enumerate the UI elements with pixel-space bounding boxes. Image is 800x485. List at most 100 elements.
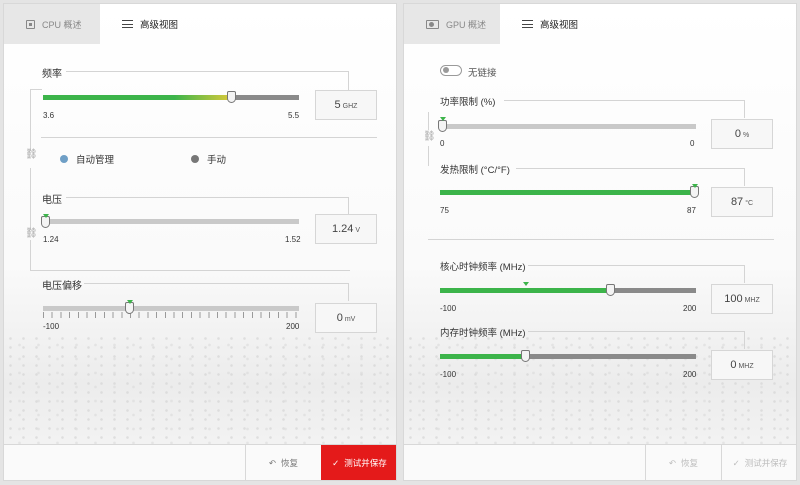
divider [428,112,429,130]
divider [744,331,745,349]
check-icon: ✓ [732,457,740,468]
thermal-limit-label: 发热限制 (°C/°F) [440,165,510,176]
voltage-default-marker [43,214,49,218]
divider [744,265,745,283]
tab-cpu-overview[interactable]: CPU 概述 [4,4,100,44]
core-clock-default-marker [523,282,529,286]
cpu-chip-icon [26,19,35,29]
divider [30,270,350,271]
core-clock-slider[interactable] [440,288,696,293]
power-limit-slider[interactable] [440,124,696,129]
tab-cpu-advanced[interactable]: 高级视图 [100,4,210,44]
link-icon[interactable]: ⛓ [25,150,38,160]
voltage-offset-max: 200 [286,322,300,331]
auto-manage-radio[interactable]: 自动管理 [60,152,114,166]
link-toggle[interactable] [440,65,462,76]
link-toggle-label: 无链接 [468,68,497,79]
cpu-tabs: CPU 概述 高级视图 [4,4,396,44]
power-limit-value-box[interactable]: 0% [711,119,773,149]
memory-clock-value-box[interactable]: 0 MHZ [711,350,773,380]
power-limit-label: 功率限制 (%) [440,97,496,108]
tab-gpu-overview[interactable]: GPU 概述 [404,4,500,44]
frequency-label: 频率 [42,69,62,80]
gpu-panel: GPU 概述 高级视图 无链接 功率限制 (%) ⛓ 0 0 0% 发热限制 (… [403,3,797,481]
radio-dot-auto [60,155,68,163]
thermal-limit-default-marker [692,184,698,188]
memory-clock-slider-fill [440,354,525,359]
divider [84,283,348,284]
memory-clock-max: 200 [683,370,697,379]
divider [30,240,31,270]
undo-icon: ↶ [268,457,277,468]
manual-radio[interactable]: 手动 [191,152,226,166]
divider [516,168,744,169]
divider [428,239,774,240]
cpu-reset-button[interactable]: ↶ 恢复 [245,445,321,480]
sliders-icon [522,19,533,29]
divider [30,168,31,230]
cpu-footer: ↶ 恢复 ✓ 测试并保存 [4,444,396,480]
voltage-offset-min: -100 [43,322,60,331]
voltage-value-box[interactable]: 1.24 V [315,214,377,244]
thermal-limit-slider[interactable] [440,190,696,195]
memory-clock-min: -100 [440,370,457,379]
divider [30,89,31,151]
core-clock-value-box[interactable]: 100 MHZ [711,284,773,314]
cpu-test-save-button[interactable]: ✓ 测试并保存 [321,445,396,480]
frequency-value-box[interactable]: 5 GHZ [315,90,377,120]
thermal-limit-max: 87 [687,206,696,215]
gpu-card-icon [426,19,439,29]
divider [744,100,745,118]
gpu-test-save-button[interactable]: ✓ 测试并保存 [721,445,796,480]
core-clock-label: 核心时钟频率 (MHz) [440,262,526,273]
radio-dot-manual [191,155,199,163]
memory-clock-slider[interactable] [440,354,696,359]
voltage-max: 1.52 [285,235,301,244]
divider [348,197,349,215]
voltage-label: 电压 [42,195,62,206]
cpu-panel: CPU 概述 高级视图 频率 3.6 5.5 5 GHZ ⛓ 自动管理 手动 电压… [3,3,397,481]
gpu-reset-button[interactable]: ↶ 恢复 [645,445,721,480]
divider [504,100,744,101]
core-clock-max: 200 [683,304,697,313]
voltage-min: 1.24 [43,235,59,244]
thermal-limit-value-box[interactable]: 87 °C [711,187,773,217]
divider [428,146,429,166]
memory-clock-label: 内存时钟频率 (MHz) [440,328,526,339]
power-limit-min: 0 [440,139,445,148]
frequency-slider[interactable] [43,95,299,100]
voltage-offset-slider[interactable] [43,306,299,311]
divider [348,283,349,301]
power-limit-default-marker [440,117,446,121]
core-clock-slider-fill [440,288,611,293]
divider [528,265,744,266]
undo-icon: ↶ [668,457,677,468]
divider [744,168,745,186]
divider [41,137,377,138]
frequency-slider-fill [43,95,231,100]
tab-gpu-advanced[interactable]: 高级视图 [500,4,610,44]
memory-clock-slider-thumb[interactable] [521,350,530,362]
voltage-offset-value-box[interactable]: 0 mV [315,303,377,333]
link-icon[interactable]: ⛓ [25,229,38,239]
divider [66,197,348,198]
frequency-min: 3.6 [43,111,55,120]
core-clock-slider-thumb[interactable] [606,284,615,296]
check-icon: ✓ [332,457,340,468]
core-clock-min: -100 [440,304,457,313]
frequency-max: 5.5 [288,111,300,120]
link-icon[interactable]: ⛓ [423,132,436,142]
thermal-limit-min: 75 [440,206,449,215]
divider [66,71,348,72]
background-texture [4,334,396,444]
power-limit-max: 0 [690,139,695,148]
divider [528,331,744,332]
voltage-offset-ticks [43,312,299,318]
voltage-offset-default-marker [127,300,133,304]
voltage-slider[interactable] [43,219,299,224]
frequency-slider-thumb[interactable] [227,91,236,103]
power-limit-slider-thumb[interactable] [438,120,447,132]
gpu-tabs: GPU 概述 高级视图 [404,4,796,44]
voltage-offset-label: 电压偏移 [42,281,82,292]
divider [30,89,42,90]
